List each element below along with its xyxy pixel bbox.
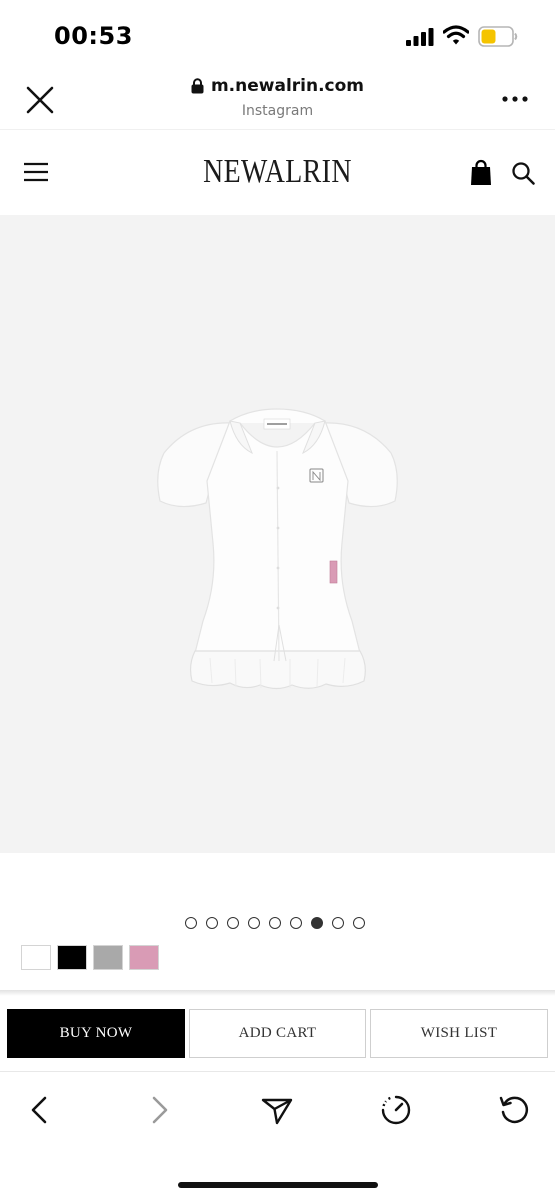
color-swatches: [21, 945, 159, 970]
home-indicator[interactable]: [178, 1182, 378, 1188]
browser-address-bar: m.newalrin.com Instagram: [0, 72, 555, 130]
color-swatch-white[interactable]: [21, 945, 51, 970]
url-text: m.newalrin.com: [210, 76, 365, 96]
battery-level: [481, 29, 496, 44]
url-subtitle: Instagram: [241, 103, 314, 119]
speed-dial-icon[interactable]: [380, 1094, 412, 1126]
carousel-dot[interactable]: [227, 917, 239, 929]
wifi-icon: [443, 25, 469, 45]
divider: [0, 990, 555, 996]
brand-logo[interactable]: NEWALRIN: [165, 153, 391, 191]
site-header: NEWALRIN: [0, 131, 555, 215]
carousel-dots: [185, 917, 365, 929]
carousel-dot[interactable]: [353, 917, 365, 929]
color-swatch-pink[interactable]: [129, 945, 159, 970]
back-arrow-icon[interactable]: [24, 1094, 56, 1126]
hamburger-menu-icon[interactable]: [24, 162, 48, 182]
buy-now-button[interactable]: BUY NOW: [7, 1009, 185, 1058]
carousel-dot[interactable]: [206, 917, 218, 929]
carousel-dot[interactable]: [290, 917, 302, 929]
signal-icon: [406, 28, 434, 46]
carousel-dot[interactable]: [332, 917, 344, 929]
color-swatch-gray[interactable]: [93, 945, 123, 970]
status-time: 00:53: [54, 22, 133, 50]
color-swatch-black[interactable]: [57, 945, 87, 970]
carousel-dot[interactable]: [248, 917, 260, 929]
carousel-dot[interactable]: [185, 917, 197, 929]
carousel-dot[interactable]: [269, 917, 281, 929]
browser-toolbar: [0, 1071, 555, 1200]
url-display[interactable]: m.newalrin.com Instagram: [140, 76, 415, 119]
product-image[interactable]: [150, 393, 405, 693]
forward-arrow-icon[interactable]: [143, 1094, 175, 1126]
search-icon[interactable]: [511, 161, 535, 185]
share-send-icon[interactable]: [261, 1094, 293, 1126]
close-icon[interactable]: [22, 82, 58, 118]
status-bar: 00:53: [0, 0, 555, 72]
reload-icon[interactable]: [498, 1094, 530, 1126]
carousel-dot[interactable]: [311, 917, 323, 929]
product-image-area[interactable]: [0, 215, 555, 853]
wish-list-button[interactable]: WISH LIST: [370, 1009, 548, 1058]
shopping-bag-icon[interactable]: [470, 159, 492, 186]
battery-icon: [478, 26, 518, 47]
lock-icon: [191, 78, 204, 94]
more-icon[interactable]: [500, 94, 530, 104]
add-cart-button[interactable]: ADD CART: [189, 1009, 366, 1058]
